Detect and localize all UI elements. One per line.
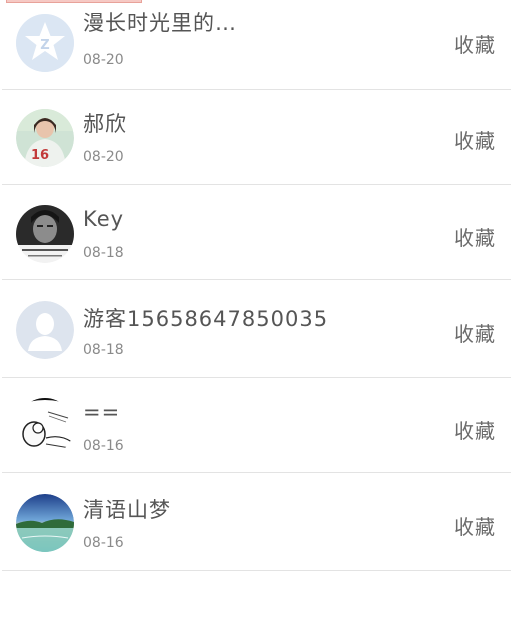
item-name: Key (83, 207, 125, 231)
landscape-photo-icon (16, 494, 74, 552)
favorite-button[interactable]: 收藏 (454, 318, 496, 347)
favorite-button[interactable]: 收藏 (454, 29, 496, 58)
list-item[interactable]: 清语山梦 08-16 收藏 (2, 476, 511, 571)
item-date: 08-18 (83, 342, 124, 358)
default-person-avatar[interactable] (16, 301, 74, 359)
item-date: 08-16 (83, 438, 124, 454)
item-date: 08-18 (83, 245, 124, 261)
bw-portrait-avatar[interactable] (16, 205, 74, 263)
list-item[interactable]: 16 郝欣 08-20 收藏 (2, 90, 511, 185)
star-logo-icon: Z (16, 14, 74, 72)
svg-text:Z: Z (40, 38, 49, 53)
svg-text:16: 16 (31, 148, 49, 163)
landscape-avatar[interactable] (16, 494, 74, 552)
favorite-button[interactable]: 收藏 (454, 415, 496, 444)
item-date: 08-16 (83, 535, 124, 551)
favorite-button[interactable]: 收藏 (454, 511, 496, 540)
favorite-button[interactable]: 收藏 (454, 125, 496, 154)
item-name: 游客15658647850035 (83, 307, 329, 331)
person-photo-icon (16, 205, 74, 263)
list-item[interactable]: Key 08-18 收藏 (2, 185, 511, 280)
list-item[interactable]: 游客15658647850035 08-18 收藏 (2, 283, 511, 378)
item-name: == (83, 400, 121, 424)
star-logo-avatar[interactable]: Z (16, 14, 74, 72)
item-name: 漫长时光里的… (83, 11, 237, 35)
item-date: 08-20 (83, 52, 124, 68)
person-silhouette-icon (16, 301, 74, 359)
person-photo-icon: 16 (16, 109, 74, 167)
list-item[interactable]: == 08-16 收藏 (2, 378, 511, 473)
item-date: 08-20 (83, 149, 124, 165)
item-name: 郝欣 (83, 112, 127, 136)
girl-jersey-avatar[interactable]: 16 (16, 109, 74, 167)
sketch-drawing-icon (16, 398, 74, 456)
item-name: 清语山梦 (83, 498, 171, 522)
favorite-button[interactable]: 收藏 (454, 222, 496, 251)
sketch-avatar[interactable] (16, 398, 74, 456)
list-item[interactable]: Z 漫长时光里的… 08-20 收藏 (2, 0, 511, 90)
